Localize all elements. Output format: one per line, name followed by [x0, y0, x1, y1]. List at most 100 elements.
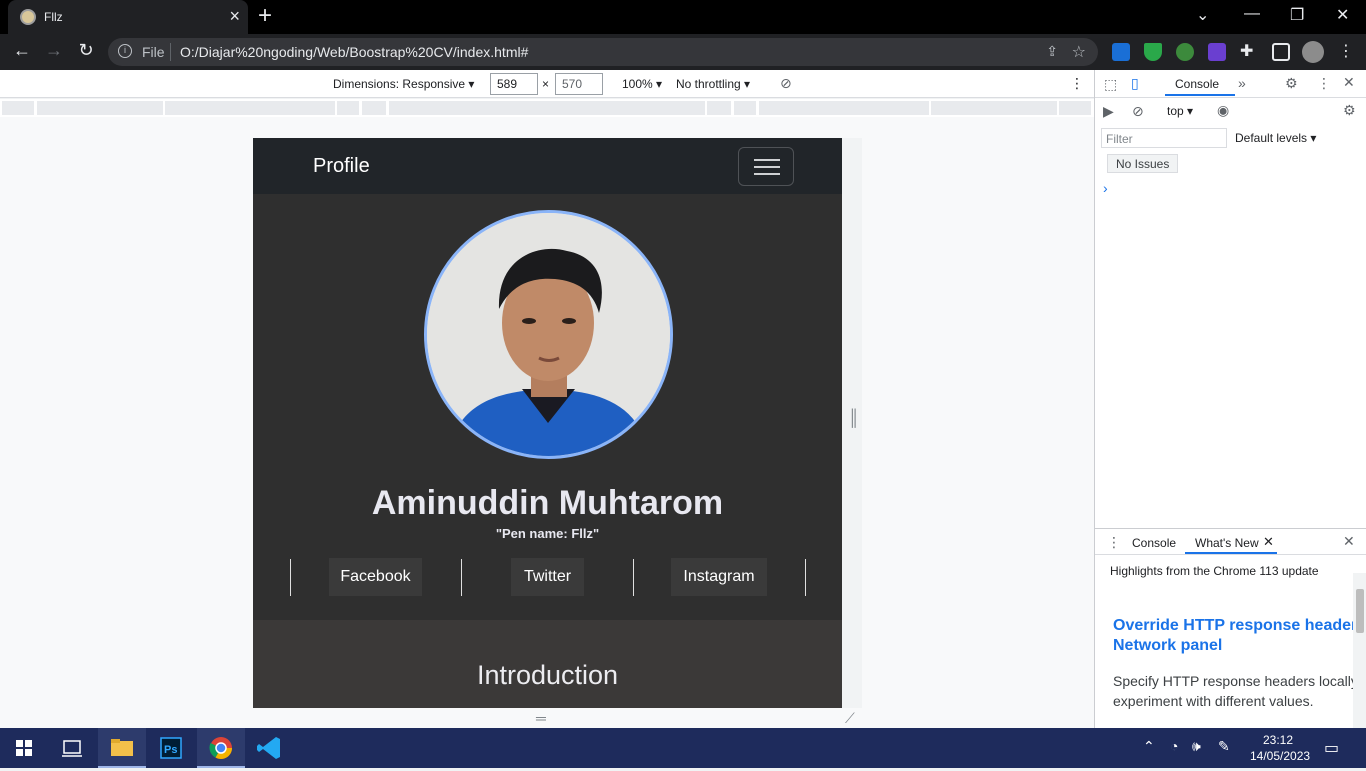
tab-search-icon[interactable]: ⌄	[1196, 5, 1209, 25]
console-prompt-chevron-icon[interactable]: ›	[1103, 180, 1108, 196]
drawer-tab-console[interactable]: Console	[1132, 536, 1176, 550]
log-levels-select[interactable]: Default levels ▾	[1235, 131, 1316, 145]
shield-extension-icon[interactable]	[1144, 43, 1162, 61]
file-explorer-icon[interactable]	[98, 728, 146, 768]
width-input[interactable]: 589	[490, 73, 538, 95]
media-query-bar[interactable]	[0, 99, 1094, 117]
divider	[805, 559, 806, 596]
tray-overflow-chevron-icon[interactable]: ⌃	[1143, 738, 1155, 755]
chrome-icon[interactable]	[197, 728, 245, 768]
whats-new-link[interactable]: Override HTTP response headers in the Ne…	[1113, 616, 1363, 656]
whats-new-desc-line1: Specify HTTP response headers locally to	[1113, 673, 1363, 689]
tab-strip: Fllz × + ⌄ — ❐ ✕	[0, 0, 1366, 34]
whats-new-description: Specify HTTP response headers locally to…	[1113, 671, 1363, 711]
context-select[interactable]: top ▾	[1167, 104, 1193, 118]
whats-new-close-icon[interactable]: ✕	[1263, 534, 1274, 550]
scrollbar-thumb[interactable]	[1356, 589, 1364, 633]
more-tabs-icon[interactable]: »	[1238, 75, 1246, 91]
emulated-page: Profile Aminuddin Muhtarom "Pen name: Fl…	[253, 138, 842, 708]
extension-globe-icon[interactable]	[1176, 43, 1194, 61]
live-expression-eye-icon[interactable]: ◉	[1217, 102, 1229, 119]
facebook-button[interactable]: Facebook	[329, 558, 422, 596]
devtools-tabbar: ⬚ ▯ Console » ⚙ ⋮ ✕	[1095, 70, 1366, 98]
divider	[290, 559, 291, 596]
log-levels-label: Default levels	[1235, 131, 1308, 145]
tab-close-icon[interactable]: ×	[229, 6, 240, 26]
profile-hero: Aminuddin Muhtarom "Pen name: Fllz" Face…	[253, 194, 842, 620]
address-bar[interactable]: i File O:/Diajar%20ngoding/Web/Boostrap%…	[108, 38, 1098, 66]
extension-s-icon[interactable]	[1112, 43, 1130, 61]
drawer-scrollbar[interactable]	[1353, 573, 1366, 729]
extension-b-icon[interactable]	[1208, 43, 1226, 61]
divider	[633, 559, 634, 596]
device-toggle-icon[interactable]: ▯	[1131, 75, 1139, 92]
clock-date: 14/05/2023	[1250, 749, 1311, 763]
reload-icon[interactable]: ↻	[74, 40, 98, 61]
drawer-tab-whats-new[interactable]: What's New	[1195, 536, 1259, 550]
start-windows-icon[interactable]	[0, 728, 48, 768]
whats-new-title-line1: Override HTTP response headers in the	[1113, 617, 1363, 634]
drawer-menu-icon[interactable]: ⋮	[1107, 534, 1121, 551]
drawer-tabbar: ⋮ Console What's New ✕ ✕	[1095, 529, 1366, 555]
new-tab-icon[interactable]: +	[258, 4, 272, 28]
notifications-icon[interactable]: ▭	[1324, 738, 1339, 758]
photoshop-icon[interactable]: Ps	[147, 728, 195, 768]
rotate-icon[interactable]: ⊘	[780, 75, 792, 92]
network-icon[interactable]: ◔	[1170, 738, 1178, 754]
back-icon[interactable]: ←	[10, 40, 34, 61]
profile-name: Aminuddin Muhtarom	[371, 484, 724, 522]
highlights-heading: Highlights from the Chrome 113 update	[1110, 564, 1319, 578]
issues-button[interactable]: No Issues	[1107, 154, 1179, 173]
inspect-element-icon[interactable]: ⬚	[1104, 76, 1117, 93]
pen-icon[interactable]: ✎	[1218, 738, 1230, 755]
minimize-icon[interactable]: —	[1244, 5, 1260, 23]
bookmark-star-icon[interactable]: ☆	[1072, 42, 1086, 62]
height-input[interactable]: 570	[555, 73, 603, 95]
task-view-icon[interactable]	[48, 728, 96, 768]
twitter-button[interactable]: Twitter	[511, 558, 584, 596]
restore-icon[interactable]: ❐	[1290, 5, 1304, 25]
resize-handle-right-icon[interactable]: ║	[848, 410, 859, 428]
profile-avatar[interactable]	[1302, 41, 1324, 63]
extensions-puzzle-icon[interactable]: ✚	[1240, 43, 1258, 61]
console-settings-gear-icon[interactable]: ⚙	[1343, 102, 1356, 119]
whats-new-desc-line2: experiment with different values.	[1113, 693, 1314, 709]
browser-menu-icon[interactable]: ⋮	[1338, 43, 1356, 61]
taskbar-clock[interactable]: 23:12 14/05/2023	[1250, 732, 1311, 764]
clear-console-icon[interactable]: ⊘	[1132, 103, 1144, 120]
side-panel-icon[interactable]	[1272, 43, 1290, 61]
site-info-icon[interactable]: i	[118, 44, 132, 58]
forward-icon[interactable]: →	[42, 40, 66, 61]
window-close-icon[interactable]: ✕	[1336, 5, 1349, 25]
clock-time: 23:12	[1262, 733, 1294, 747]
zoom-select[interactable]: 100% ▾	[622, 77, 662, 91]
vscode-icon[interactable]	[246, 728, 294, 768]
settings-gear-icon[interactable]: ⚙	[1285, 75, 1298, 92]
drawer-close-icon[interactable]: ✕	[1343, 533, 1355, 550]
pen-name: "Pen name: Fllz"	[495, 526, 600, 541]
devtools-close-icon[interactable]: ✕	[1343, 74, 1355, 91]
throttling-select[interactable]: No throttling ▾	[676, 77, 750, 91]
context-label: top	[1167, 104, 1184, 118]
console-filter-input[interactable]: Filter	[1101, 128, 1227, 148]
site-favicon-icon	[20, 9, 36, 25]
times-symbol: ×	[542, 77, 550, 91]
url-text[interactable]: O:/Diajar%20ngoding/Web/Boostrap%20CV/in…	[180, 44, 528, 60]
profile-photo	[424, 210, 673, 459]
dimensions-select[interactable]: Dimensions: Responsive ▾	[333, 77, 474, 91]
navbar-brand[interactable]: Profile	[313, 155, 370, 178]
device-toolbar-menu-icon[interactable]: ⋮	[1070, 75, 1084, 92]
devtools-menu-icon[interactable]: ⋮	[1317, 75, 1331, 92]
sidebar-toggle-icon[interactable]: ▶	[1103, 103, 1114, 120]
share-icon[interactable]: ⇪	[1046, 43, 1058, 60]
navbar-toggler-hamburger-icon[interactable]	[738, 147, 794, 186]
resize-handle-corner-icon[interactable]: ⟋	[845, 710, 855, 727]
omnibox-separator	[170, 43, 171, 61]
volume-icon[interactable]: 🕪	[1192, 738, 1201, 755]
browser-tab[interactable]: Fllz ×	[8, 0, 248, 34]
tab-console[interactable]: Console	[1175, 77, 1219, 91]
resize-handle-bottom-icon[interactable]: ═	[536, 710, 546, 726]
instagram-button[interactable]: Instagram	[671, 558, 767, 596]
dimensions-label: Dimensions: Responsive	[333, 77, 466, 91]
device-toolbar: Dimensions: Responsive ▾ 589 × 570 100% …	[0, 70, 1094, 98]
